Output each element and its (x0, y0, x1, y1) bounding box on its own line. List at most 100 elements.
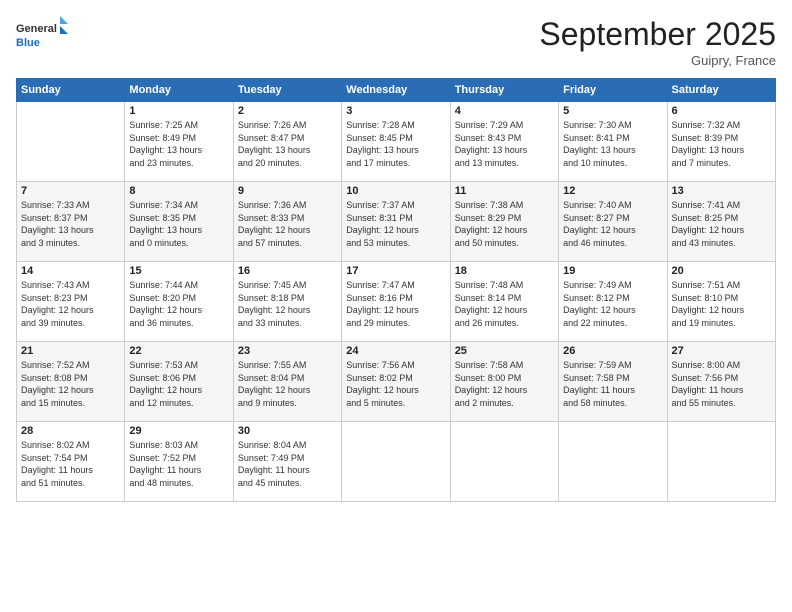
day-info-line: Daylight: 12 hours (129, 304, 228, 317)
col-sunday: Sunday (17, 79, 125, 102)
day-info-line: Sunset: 8:31 PM (346, 212, 445, 225)
day-number: 10 (346, 185, 445, 197)
day-number: 26 (563, 345, 662, 357)
day-info-line: Sunset: 8:33 PM (238, 212, 337, 225)
day-info: Sunrise: 7:29 AMSunset: 8:43 PMDaylight:… (455, 119, 554, 169)
col-saturday: Saturday (667, 79, 775, 102)
calendar-week-row: 28Sunrise: 8:02 AMSunset: 7:54 PMDayligh… (17, 422, 776, 502)
day-info-line: Daylight: 11 hours (563, 384, 662, 397)
day-info-line: Daylight: 13 hours (672, 144, 771, 157)
day-info-line: Daylight: 13 hours (346, 144, 445, 157)
day-number: 11 (455, 185, 554, 197)
day-info-line: Daylight: 12 hours (563, 304, 662, 317)
day-info-line: Daylight: 12 hours (346, 384, 445, 397)
col-friday: Friday (559, 79, 667, 102)
day-info-line: Sunrise: 8:03 AM (129, 439, 228, 452)
day-info-line: Daylight: 12 hours (672, 304, 771, 317)
table-cell: 12Sunrise: 7:40 AMSunset: 8:27 PMDayligh… (559, 182, 667, 262)
day-info-line: Sunrise: 7:40 AM (563, 199, 662, 212)
logo-icon-svg: General Blue (16, 16, 68, 56)
day-info-line: Daylight: 13 hours (455, 144, 554, 157)
day-info-line: Sunrise: 7:55 AM (238, 359, 337, 372)
day-info: Sunrise: 7:48 AMSunset: 8:14 PMDaylight:… (455, 279, 554, 329)
day-info-line: Sunset: 8:41 PM (563, 132, 662, 145)
day-number: 6 (672, 105, 771, 117)
day-number: 21 (21, 345, 120, 357)
day-info-line: and 10 minutes. (563, 157, 662, 170)
table-cell: 20Sunrise: 7:51 AMSunset: 8:10 PMDayligh… (667, 262, 775, 342)
day-info: Sunrise: 7:32 AMSunset: 8:39 PMDaylight:… (672, 119, 771, 169)
day-info-line: Sunrise: 7:41 AM (672, 199, 771, 212)
day-info-line: and 20 minutes. (238, 157, 337, 170)
day-number: 3 (346, 105, 445, 117)
day-info-line: Daylight: 13 hours (21, 224, 120, 237)
table-cell: 10 Sunrise: 7:37 AMSunset: 8:31 PMDayligh… (342, 182, 450, 262)
day-info-line: and 48 minutes. (129, 477, 228, 490)
table-cell (342, 422, 450, 502)
day-info-line: Sunrise: 7:49 AM (563, 279, 662, 292)
month-title: September 2025 (539, 16, 776, 53)
day-info: Sunrise: 7:49 AMSunset: 8:12 PMDaylight:… (563, 279, 662, 329)
day-info-line: Sunset: 7:52 PM (129, 452, 228, 465)
day-info-line: Sunrise: 7:33 AM (21, 199, 120, 212)
table-cell: 4Sunrise: 7:29 AMSunset: 8:43 PMDaylight… (450, 102, 558, 182)
day-info-line: Daylight: 12 hours (238, 304, 337, 317)
day-info-line: Sunset: 8:23 PM (21, 292, 120, 305)
day-info-line: Sunrise: 7:29 AM (455, 119, 554, 132)
day-info: Sunrise: 7:40 AMSunset: 8:27 PMDaylight:… (563, 199, 662, 249)
day-info-line: and 39 minutes. (21, 317, 120, 330)
table-cell: 21Sunrise: 7:52 AMSunset: 8:08 PMDayligh… (17, 342, 125, 422)
day-info: Sunrise: 7:41 AMSunset: 8:25 PMDaylight:… (672, 199, 771, 249)
day-info-line: Sunrise: 7:59 AM (563, 359, 662, 372)
svg-text:Blue: Blue (16, 37, 40, 49)
day-info-line: Sunrise: 7:37 AM (346, 199, 445, 212)
day-info: Sunrise: 7:58 AMSunset: 8:00 PMDaylight:… (455, 359, 554, 409)
day-info: Sunrise: 8:00 AMSunset: 7:56 PMDaylight:… (672, 359, 771, 409)
table-cell: 23Sunrise: 7:55 AMSunset: 8:04 PMDayligh… (233, 342, 341, 422)
day-number: 24 (346, 345, 445, 357)
day-number: 22 (129, 345, 228, 357)
day-info-line: Sunrise: 7:48 AM (455, 279, 554, 292)
table-cell (17, 102, 125, 182)
calendar-table: Sunday Monday Tuesday Wednesday Thursday… (16, 78, 776, 502)
day-number: 20 (672, 265, 771, 277)
day-number: 25 (455, 345, 554, 357)
day-info-line: Sunrise: 7:47 AM (346, 279, 445, 292)
day-info-line: Sunrise: 7:32 AM (672, 119, 771, 132)
table-cell: 8Sunrise: 7:34 AMSunset: 8:35 PMDaylight… (125, 182, 233, 262)
day-info-line: Sunrise: 8:02 AM (21, 439, 120, 452)
day-info-line: and 19 minutes. (672, 317, 771, 330)
day-info: Sunrise: 7:36 AMSunset: 8:33 PMDaylight:… (238, 199, 337, 249)
table-cell: 25 Sunrise: 7:58 AMSunset: 8:00 PMDayligh… (450, 342, 558, 422)
table-cell: 29Sunrise: 8:03 AMSunset: 7:52 PMDayligh… (125, 422, 233, 502)
day-info-line: Sunset: 8:18 PM (238, 292, 337, 305)
day-info-line: Sunset: 8:10 PM (672, 292, 771, 305)
day-info: Sunrise: 7:53 AMSunset: 8:06 PMDaylight:… (129, 359, 228, 409)
day-info-line: Sunset: 8:02 PM (346, 372, 445, 385)
day-info-line: Sunset: 8:45 PM (346, 132, 445, 145)
day-info-line: and 45 minutes. (238, 477, 337, 490)
day-info-line: Sunset: 8:04 PM (238, 372, 337, 385)
table-cell: 27Sunrise: 8:00 AMSunset: 7:56 PMDayligh… (667, 342, 775, 422)
day-info-line: and 15 minutes. (21, 397, 120, 410)
day-info-line: and 9 minutes. (238, 397, 337, 410)
day-info-line: Sunset: 8:47 PM (238, 132, 337, 145)
day-info-line: Daylight: 11 hours (129, 464, 228, 477)
day-number: 2 (238, 105, 337, 117)
day-info-line: Sunrise: 7:52 AM (21, 359, 120, 372)
table-cell: 6 Sunrise: 7:32 AMSunset: 8:39 PMDaylight… (667, 102, 775, 182)
day-info-line: Sunrise: 7:28 AM (346, 119, 445, 132)
day-info-line: Sunrise: 7:26 AM (238, 119, 337, 132)
table-cell: 11Sunrise: 7:38 AMSunset: 8:29 PMDayligh… (450, 182, 558, 262)
day-info-line: and 2 minutes. (455, 397, 554, 410)
svg-text:General: General (16, 23, 57, 35)
location: Guipry, France (539, 53, 776, 68)
table-cell: 1Sunrise: 7:25 AMSunset: 8:49 PMDaylight… (125, 102, 233, 182)
table-cell: 26Sunrise: 7:59 AMSunset: 7:58 PMDayligh… (559, 342, 667, 422)
day-info-line: and 43 minutes. (672, 237, 771, 250)
day-info: Sunrise: 8:04 AMSunset: 7:49 PMDaylight:… (238, 439, 337, 489)
day-info: Sunrise: 7:37 AMSunset: 8:31 PMDaylight:… (346, 199, 445, 249)
day-number: 5 (563, 105, 662, 117)
day-info: Sunrise: 8:03 AMSunset: 7:52 PMDaylight:… (129, 439, 228, 489)
day-info-line: Daylight: 12 hours (455, 224, 554, 237)
